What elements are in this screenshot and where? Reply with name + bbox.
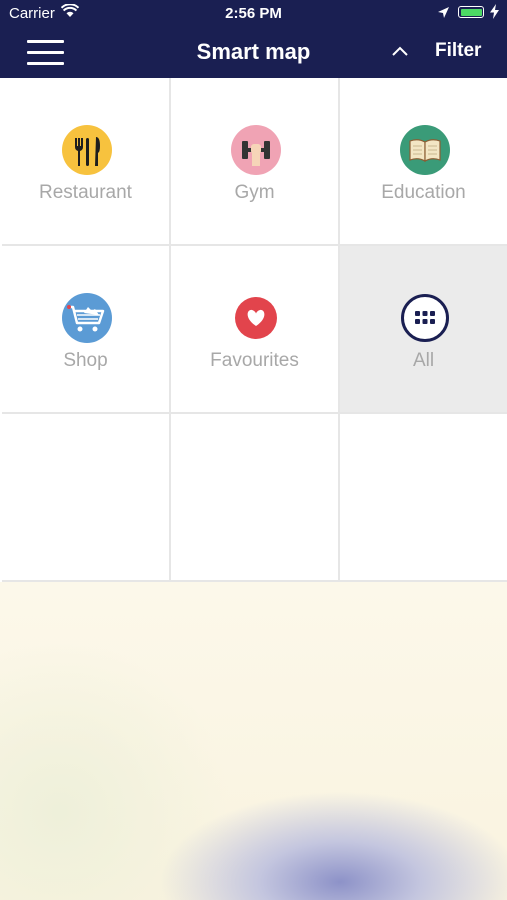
status-bar: Carrier 2:56 PM [0, 0, 507, 28]
charging-bolt-icon [490, 4, 499, 23]
page-title: Smart map [196, 39, 311, 64]
nav-bar: Smart map Filter [0, 28, 507, 78]
status-time: 2:56 PM [225, 5, 282, 22]
empty-cell [340, 414, 507, 582]
empty-cell [2, 414, 171, 582]
location-arrow-icon [437, 6, 450, 23]
category-label: Restaurant [39, 182, 132, 203]
top-bar: Carrier 2:56 PM Smart map Filter [0, 0, 507, 78]
map-view[interactable] [0, 582, 507, 900]
filter-button[interactable]: Filter [435, 40, 481, 62]
category-label: Gym [234, 182, 275, 203]
category-education[interactable]: Education [340, 78, 507, 246]
category-gym[interactable]: Gym [171, 78, 340, 246]
heart-icon [235, 297, 277, 339]
gym-icon [231, 125, 281, 175]
shop-icon [62, 293, 112, 343]
category-favourites[interactable]: Favourites [171, 246, 340, 414]
empty-cell [171, 414, 340, 582]
grid-icon [401, 294, 449, 342]
category-grid: Restaurant Gym Education Shop Favourites… [0, 78, 507, 582]
chevron-up-icon[interactable] [389, 40, 411, 62]
category-shop[interactable]: Shop [2, 246, 171, 414]
category-restaurant[interactable]: Restaurant [2, 78, 171, 246]
battery-level [460, 8, 482, 16]
category-all[interactable]: All [340, 246, 507, 414]
category-label: Favourites [210, 350, 299, 371]
restaurant-icon [62, 125, 112, 175]
category-label: Education [381, 182, 466, 203]
battery-icon [458, 6, 484, 18]
education-icon [400, 125, 450, 175]
category-label: Shop [63, 350, 108, 371]
category-label: All [412, 350, 435, 371]
